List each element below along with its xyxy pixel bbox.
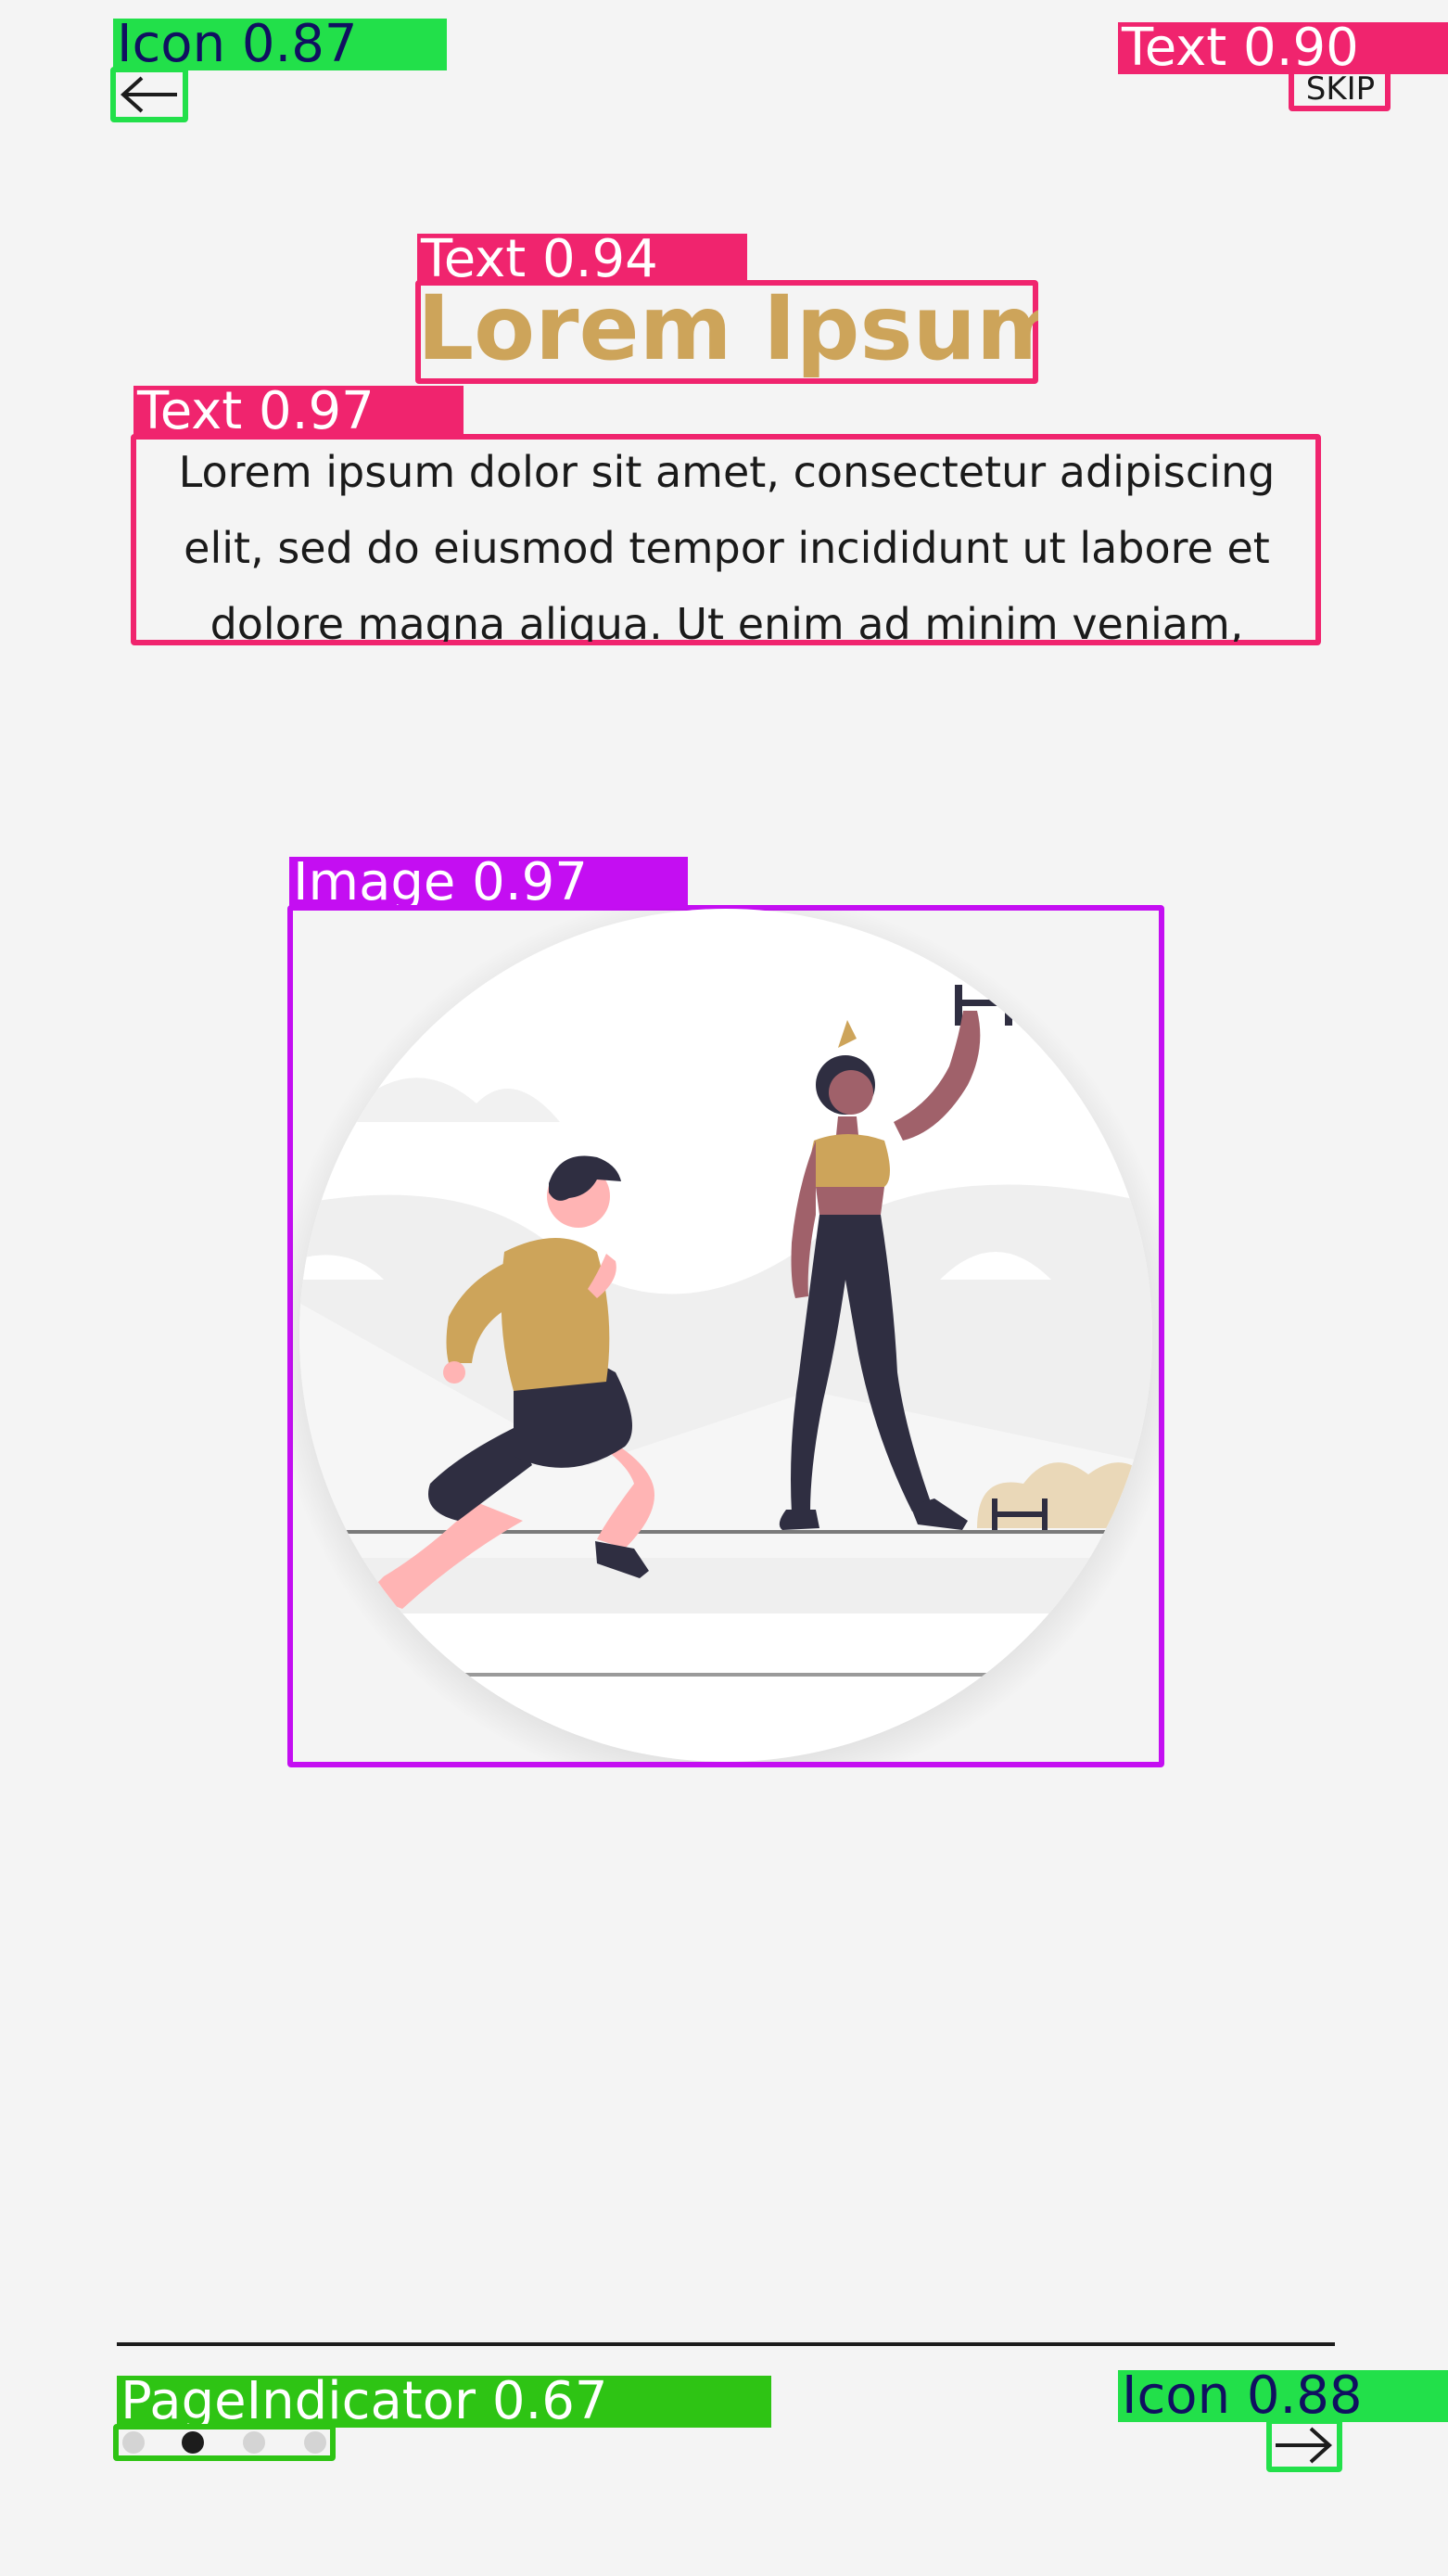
arrow-right-icon	[1276, 2427, 1332, 2464]
page-dot[interactable]	[122, 2431, 145, 2454]
back-button[interactable]	[110, 67, 188, 122]
page-dot[interactable]	[304, 2431, 326, 2454]
detection-label-back-icon: Icon 0.87	[113, 19, 447, 70]
description-text: Lorem ipsum dolor sit amet, consectetur …	[178, 447, 1276, 642]
detection-label-image: Image 0.97	[289, 857, 688, 909]
arrow-left-icon	[121, 76, 177, 113]
fitness-illustration	[291, 909, 1161, 1762]
detection-label-page-indicator: PageIndicator 0.67	[117, 2376, 771, 2428]
detection-label-next-icon: Icon 0.88	[1118, 2370, 1448, 2422]
page-dot-active[interactable]	[182, 2431, 204, 2454]
page-dot[interactable]	[243, 2431, 265, 2454]
skip-button[interactable]: SKIP	[1292, 70, 1389, 108]
page-title: Lorem Ipsum	[417, 276, 1038, 380]
detection-label-skip: Text 0.90	[1118, 22, 1448, 74]
page-indicator[interactable]	[113, 2424, 336, 2461]
footer-divider	[117, 2342, 1335, 2346]
next-button[interactable]	[1266, 2418, 1342, 2472]
detection-label-description: Text 0.97	[133, 386, 464, 438]
